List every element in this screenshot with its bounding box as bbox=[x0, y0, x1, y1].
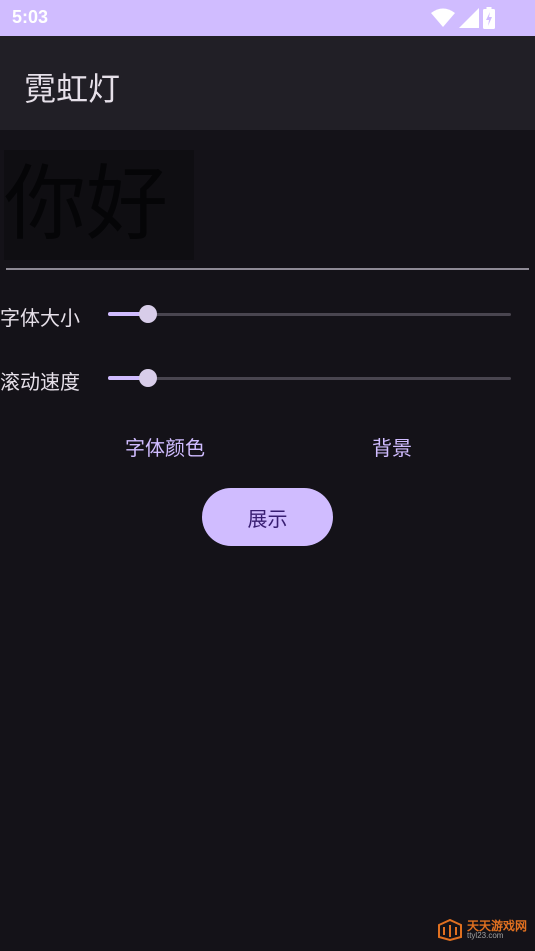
battery-icon bbox=[483, 7, 495, 29]
signal-icon bbox=[459, 8, 479, 28]
scroll-speed-row: 滚动速度 bbox=[0, 358, 535, 398]
scroll-speed-slider-track[interactable] bbox=[108, 377, 511, 380]
font-size-label: 字体大小 bbox=[0, 306, 80, 330]
app-bar: 霓虹灯 bbox=[0, 36, 535, 130]
divider bbox=[6, 268, 529, 270]
status-icons bbox=[431, 7, 495, 29]
app-title: 霓虹灯 bbox=[24, 70, 121, 108]
show-button[interactable]: 展示 bbox=[202, 488, 333, 546]
font-size-slider-track[interactable] bbox=[108, 313, 511, 316]
font-size-row: 字体大小 bbox=[0, 294, 535, 334]
wifi-icon bbox=[431, 8, 455, 27]
background-button[interactable]: 背景 bbox=[372, 432, 412, 461]
watermark-sub: ttyl23.com bbox=[466, 931, 504, 940]
watermark-logo-icon bbox=[437, 919, 462, 941]
status-time: 5:03 bbox=[12, 7, 49, 27]
font-color-button[interactable]: 字体颜色 bbox=[125, 432, 205, 461]
watermark: 天天游戏网 ttyl23.com bbox=[437, 919, 527, 941]
scroll-speed-slider-thumb[interactable] bbox=[139, 369, 158, 387]
preview-text: 你好 bbox=[4, 157, 169, 252]
status-bar: 5:03 bbox=[0, 0, 535, 36]
scroll-speed-label: 滚动速度 bbox=[0, 370, 80, 394]
font-size-slider-thumb[interactable] bbox=[139, 305, 158, 323]
